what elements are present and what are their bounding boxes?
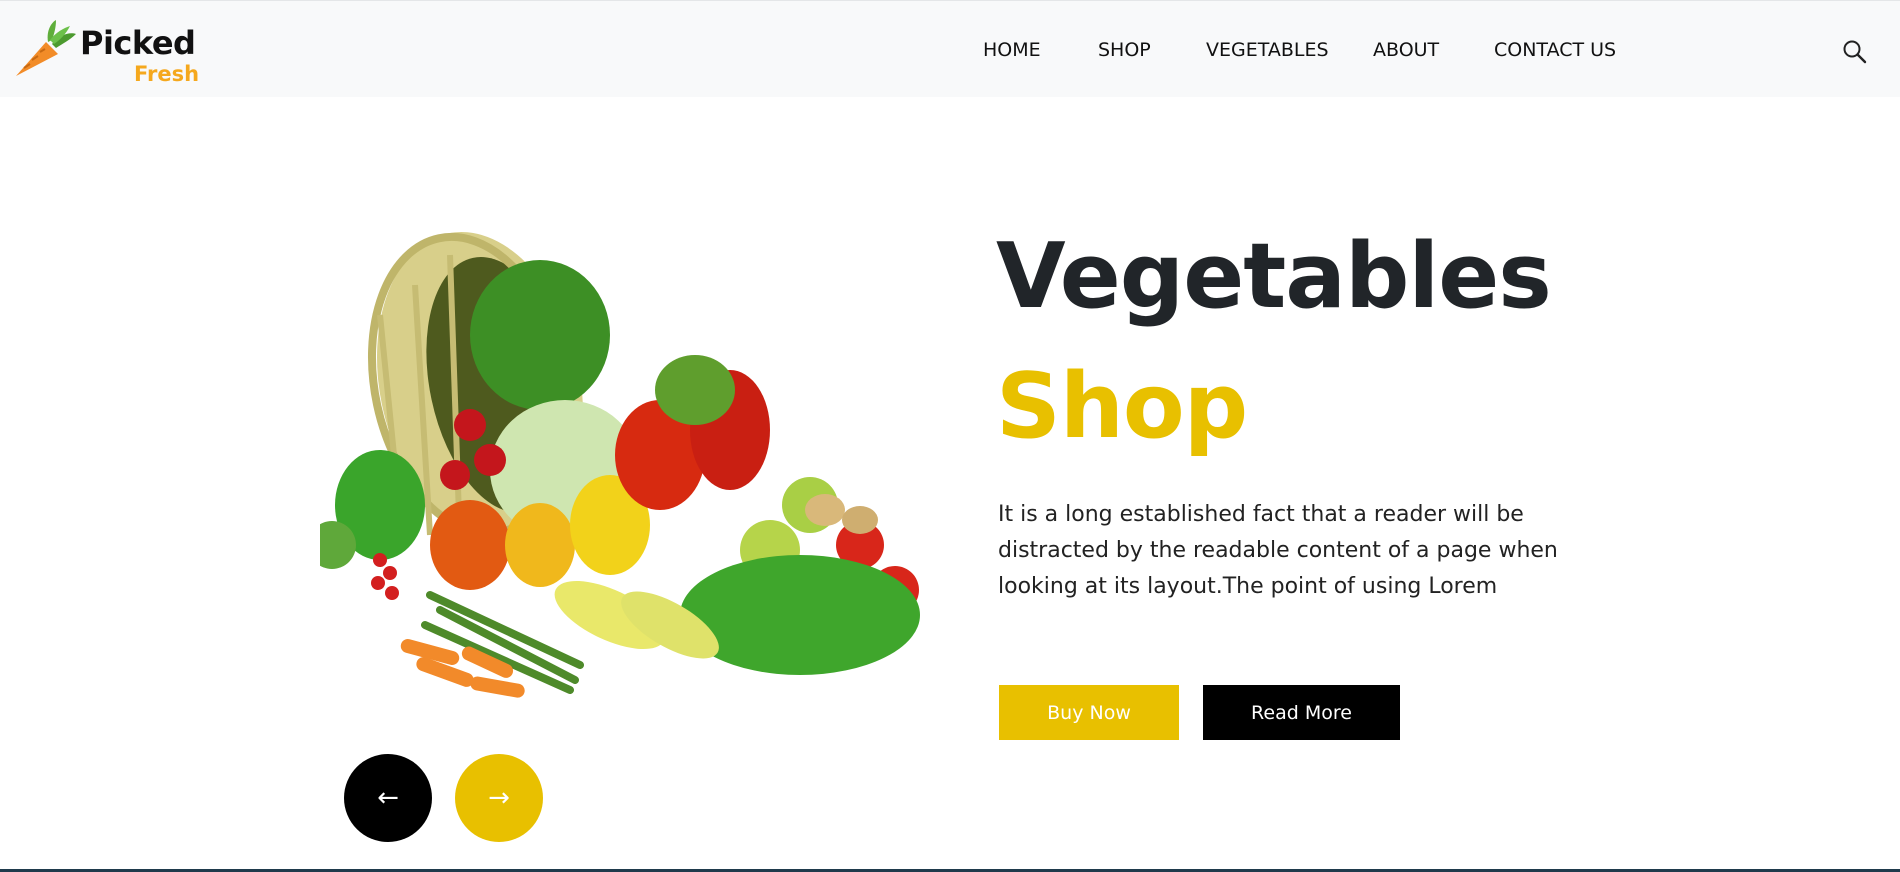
nav-shop[interactable]: SHOP — [1098, 39, 1151, 61]
vegetable-basket-illustration — [308, 215, 940, 715]
read-more-button[interactable]: Read More — [1203, 685, 1400, 740]
arrow-left-icon[interactable]: ← — [344, 754, 432, 842]
search-icon[interactable] — [1842, 39, 1868, 65]
nav-home[interactable]: HOME — [983, 39, 1041, 61]
nav-vegetables[interactable]: VEGETABLES — [1206, 39, 1329, 61]
page: Picked Fresh HOME SHOP VEGETABLES ABOUT … — [0, 0, 1900, 872]
hero-title: Vegetables — [996, 224, 1552, 329]
brand-subname: Fresh — [134, 62, 200, 86]
nav-about[interactable]: ABOUT — [1373, 39, 1439, 61]
carrot-icon — [16, 20, 76, 76]
hero-subtitle: Shop — [996, 354, 1248, 459]
buy-now-button[interactable]: Buy Now — [999, 685, 1179, 740]
nav-contact[interactable]: CONTACT US — [1494, 39, 1616, 61]
site-header: Picked Fresh HOME SHOP VEGETABLES ABOUT … — [0, 0, 1900, 97]
hero-description: It is a long established fact that a rea… — [998, 502, 1558, 599]
logo[interactable]: Picked Fresh — [12, 18, 202, 88]
arrow-right-icon[interactable]: → — [455, 754, 543, 842]
brand-name: Picked — [80, 24, 196, 62]
